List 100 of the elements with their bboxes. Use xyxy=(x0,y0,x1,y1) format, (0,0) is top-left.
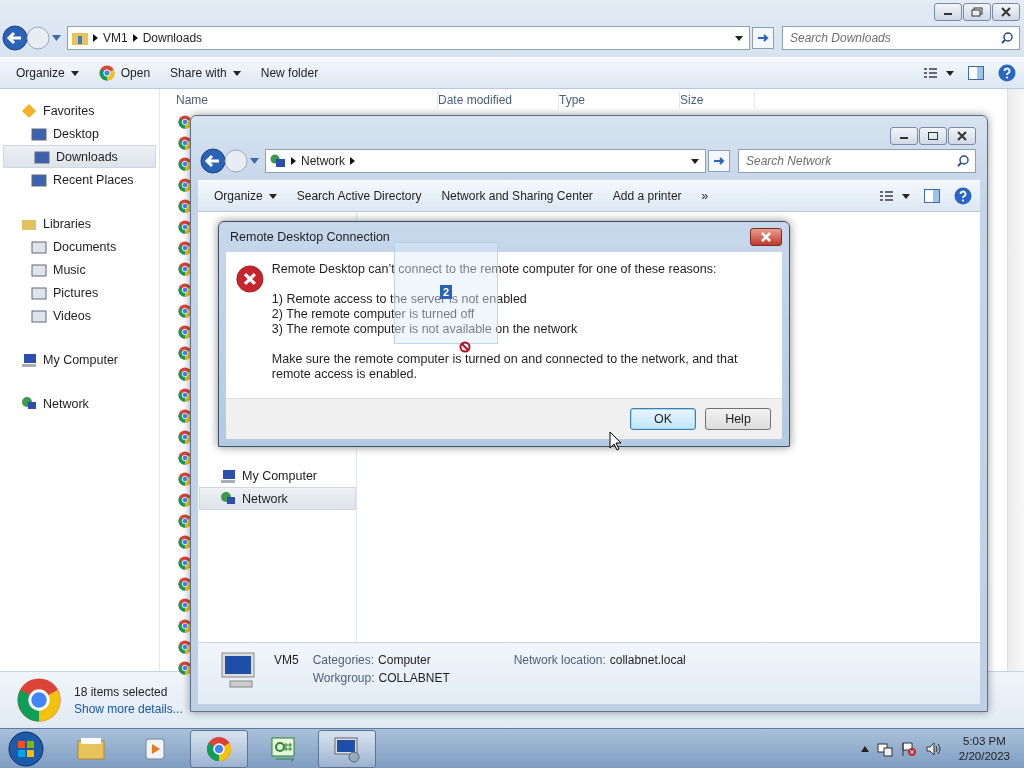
close-button[interactable] xyxy=(992,3,1020,21)
toolbar-button[interactable]: Network and Sharing Center xyxy=(433,186,601,206)
circle-logo-icon[interactable] xyxy=(178,640,192,654)
close-button[interactable] xyxy=(750,228,782,246)
sidebar-item[interactable]: Music xyxy=(0,258,159,281)
caret-icon[interactable] xyxy=(691,158,699,164)
taskbar-app[interactable] xyxy=(190,729,248,768)
caret-icon xyxy=(70,70,79,76)
toolbar-button[interactable]: Open xyxy=(90,62,159,84)
circle-logo-icon[interactable] xyxy=(178,325,192,339)
view-list-icon[interactable] xyxy=(924,66,954,80)
sidebar-item[interactable]: My Computer xyxy=(199,464,356,487)
toolbar-button[interactable]: Share with xyxy=(162,63,249,83)
toolbar-button[interactable]: Organize xyxy=(8,63,87,83)
maximize-button[interactable] xyxy=(919,127,947,145)
circle-logo-icon[interactable] xyxy=(178,199,192,213)
minimize-button[interactable] xyxy=(890,127,918,145)
circle-logo-icon[interactable] xyxy=(178,493,192,507)
sidebar-item[interactable]: Recent Places xyxy=(0,168,159,191)
sidebar-item[interactable]: Libraries xyxy=(0,212,159,235)
network-status-icon[interactable] xyxy=(876,740,893,757)
sidebar-item[interactable]: Network xyxy=(0,392,159,415)
sidebar-item[interactable]: Desktop xyxy=(0,122,159,145)
circle-logo-icon[interactable] xyxy=(178,346,192,360)
dialog-button[interactable]: OK xyxy=(630,408,696,430)
toolbar-button[interactable]: Add a printer xyxy=(604,186,690,206)
column-header[interactable]: Name xyxy=(176,91,438,109)
circle-logo-icon[interactable] xyxy=(178,241,192,255)
sidebar-item[interactable]: Downloads xyxy=(3,145,156,168)
sidebar-item[interactable]: Favorites xyxy=(0,99,159,122)
circle-logo-icon[interactable] xyxy=(178,409,192,423)
sidebar-item[interactable]: Network xyxy=(199,487,356,510)
circle-logo-icon[interactable] xyxy=(178,157,192,171)
circle-logo-icon[interactable] xyxy=(178,367,192,381)
breadcrumb[interactable]: Network xyxy=(301,154,345,168)
close-button[interactable] xyxy=(948,127,976,145)
circle-logo-icon[interactable] xyxy=(178,556,192,570)
taskbar-app[interactable] xyxy=(318,729,376,768)
chevron-icon[interactable] xyxy=(350,157,355,165)
chevron-icon[interactable] xyxy=(132,34,138,42)
property-value: Computer xyxy=(378,653,431,667)
address-bar[interactable]: Network xyxy=(265,149,706,173)
preview-pane-icon[interactable] xyxy=(924,189,940,203)
dialog-button[interactable]: Help xyxy=(705,408,771,430)
column-header[interactable]: Size xyxy=(680,91,755,109)
circle-logo-icon[interactable] xyxy=(178,178,192,192)
instruction-text: Make sure the remote computer is turned on and connected to the network, and that remote access is enabled. xyxy=(271,352,739,382)
caret-icon[interactable] xyxy=(735,35,743,41)
circle-logo-icon[interactable] xyxy=(178,136,192,150)
sidebar-item[interactable]: Videos xyxy=(0,304,159,327)
no-entry-icon xyxy=(459,341,471,353)
search-icon[interactable] xyxy=(957,155,969,167)
circle-logo-icon[interactable] xyxy=(178,115,192,129)
toolbar-button[interactable]: » xyxy=(693,186,717,206)
start-button[interactable] xyxy=(6,728,46,768)
circle-logo-icon[interactable] xyxy=(178,619,192,633)
circle-logo-icon[interactable] xyxy=(178,577,192,591)
help-icon[interactable] xyxy=(998,64,1016,82)
scrollbar[interactable] xyxy=(1007,89,1024,671)
column-header[interactable]: Type xyxy=(559,91,680,109)
circle-logo-icon[interactable] xyxy=(178,514,192,528)
search-icon[interactable] xyxy=(1001,32,1013,44)
circle-logo-icon[interactable] xyxy=(178,304,192,318)
monitor-icon xyxy=(34,148,50,165)
circle-logo-icon xyxy=(204,734,234,763)
sidebar-item[interactable]: Documents xyxy=(0,235,159,258)
volume-icon[interactable] xyxy=(924,740,941,757)
clock[interactable]: 5:03 PM 2/20/2023 xyxy=(958,733,1010,764)
circle-logo-icon[interactable] xyxy=(178,283,192,297)
refresh-button[interactable] xyxy=(708,150,730,172)
show-details-link[interactable]: Show more details... xyxy=(74,701,183,716)
help-icon[interactable] xyxy=(954,187,972,205)
sidebar-item[interactable]: My Computer xyxy=(0,348,159,371)
preview-pane-icon[interactable] xyxy=(968,66,984,80)
circle-logo-icon[interactable] xyxy=(178,535,192,549)
refresh-button[interactable] xyxy=(752,27,774,49)
circle-logo-icon[interactable] xyxy=(178,388,192,402)
circle-logo-icon[interactable] xyxy=(178,598,192,612)
circle-logo-icon[interactable] xyxy=(178,262,192,276)
restore-button[interactable] xyxy=(963,3,991,21)
chevron-icon[interactable] xyxy=(291,157,296,165)
flag-icon[interactable] xyxy=(900,740,917,757)
minimize-button[interactable] xyxy=(934,3,962,21)
breadcrumb[interactable]: VM1 xyxy=(103,31,128,45)
toolbar-button[interactable]: Organize xyxy=(206,186,285,206)
column-header[interactable]: Date modified xyxy=(438,91,559,109)
toolbar-button[interactable]: New folder xyxy=(252,63,327,83)
address-bar[interactable]: VM1 Downloads xyxy=(67,26,750,50)
circle-logo-icon[interactable] xyxy=(178,430,192,444)
circle-logo-icon[interactable] xyxy=(178,220,192,234)
show-hidden-icons-icon[interactable] xyxy=(860,745,869,752)
search-field[interactable]: Search Downloads xyxy=(782,26,1020,50)
sidebar-item[interactable]: Pictures xyxy=(0,281,159,304)
circle-logo-icon[interactable] xyxy=(178,451,192,465)
view-list-icon[interactable] xyxy=(880,189,910,203)
search-field[interactable]: Search Network xyxy=(738,149,976,173)
toolbar-button[interactable]: Search Active Directory xyxy=(288,186,430,206)
breadcrumb[interactable]: Downloads xyxy=(142,31,203,45)
circle-logo-icon[interactable] xyxy=(178,472,192,486)
chevron-icon[interactable] xyxy=(93,34,98,42)
